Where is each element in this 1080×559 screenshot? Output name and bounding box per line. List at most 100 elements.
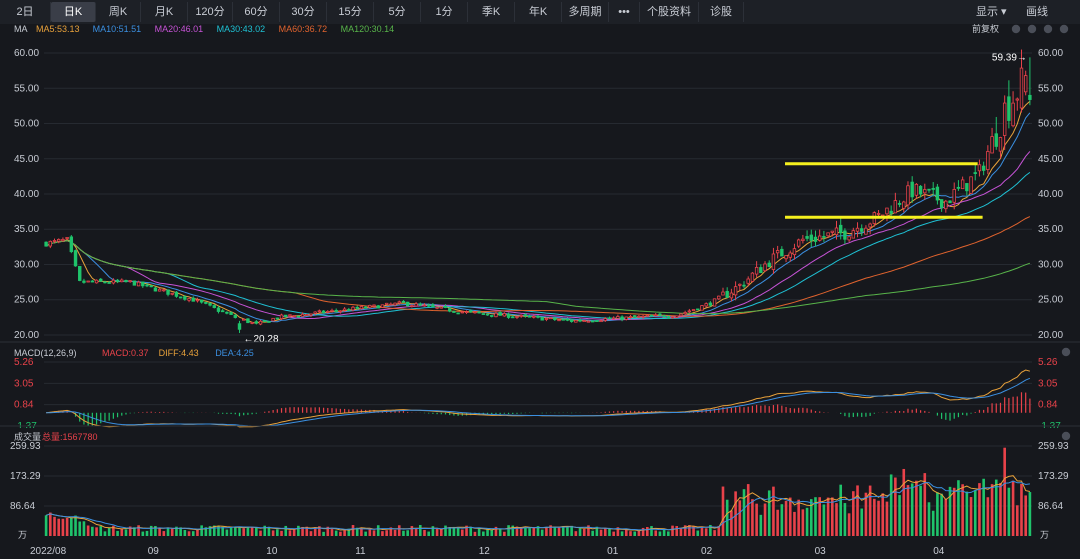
volume-bar-234 [1028, 492, 1032, 536]
period-tab-0[interactable]: 2日 [0, 2, 51, 22]
price-ytick-right-2: 50.00 [1038, 119, 1063, 130]
candle-body-222 [977, 164, 982, 172]
candle-body-148 [666, 316, 671, 319]
period-tab-7[interactable]: 15分 [327, 2, 374, 22]
candle-body-30 [170, 292, 174, 295]
volume-bar-137 [620, 531, 624, 536]
display-menu[interactable]: 显示 ▾ [976, 2, 1007, 22]
volume-bar-113 [519, 528, 523, 536]
candle-body-7 [73, 250, 78, 267]
ma5-line [45, 100, 1031, 324]
volume-bar-49 [250, 526, 254, 536]
price-ytick-left-6: 30.00 [14, 259, 39, 270]
candle-body-98 [456, 312, 460, 315]
candle-body-11 [90, 280, 95, 283]
volume-bar-135 [612, 531, 615, 536]
volume-bar-84 [397, 525, 401, 536]
candle-body-229 [1007, 96, 1011, 121]
volume-bar-73 [351, 525, 355, 536]
candle-body-136 [616, 316, 620, 319]
price-legend-2: MA20:46.01 [155, 24, 204, 34]
ma20-line [45, 151, 1031, 321]
macd-dea-line [46, 377, 1031, 427]
draw-line-button[interactable]: 画线 [1026, 2, 1048, 22]
price-ytick-left-8: 20.00 [14, 330, 39, 341]
candle-body-228 [1002, 102, 1007, 136]
more-button[interactable]: ••• [609, 2, 640, 22]
volume-bar-141 [637, 530, 641, 536]
candle-body-181 [805, 236, 809, 239]
candle-body-200 [885, 207, 889, 215]
candle-body-59 [292, 315, 296, 317]
candle-body-130 [590, 320, 595, 323]
period-tab-8[interactable]: 5分 [374, 2, 421, 22]
stock-profile-button[interactable]: 个股资料 [640, 2, 699, 22]
candle-body-53 [267, 321, 271, 323]
volume-bar-76 [364, 531, 367, 536]
volume-bar-4 [61, 518, 65, 536]
candle-body-23 [141, 281, 145, 287]
volume-bar-88 [414, 529, 418, 536]
candle-body-84 [397, 301, 401, 304]
volume-bar-149 [671, 525, 674, 536]
candle-body-160 [717, 295, 721, 300]
candle-body-34 [187, 298, 191, 301]
volume-bar-12 [95, 527, 98, 536]
candle-body-202 [893, 200, 898, 214]
volume-bar-229 [1007, 487, 1011, 536]
candle-body-8 [78, 265, 82, 281]
price-ytick-right-4: 40.00 [1038, 189, 1063, 200]
candle-body-155 [696, 308, 700, 311]
volume-legend-0: 总量:1567780 [42, 431, 98, 442]
price-ytick-left-3: 45.00 [14, 154, 39, 165]
candle-body-24 [145, 284, 149, 287]
volume-bar-198 [877, 500, 880, 536]
period-tab-10[interactable]: 季K [468, 2, 515, 22]
volume-bar-215 [948, 486, 952, 536]
price-ytick-right-5: 35.00 [1038, 224, 1063, 235]
volume-bar-155 [696, 530, 700, 536]
candle-body-140 [632, 315, 637, 318]
volume-bar-173 [772, 486, 775, 536]
volume-bar-157 [704, 528, 708, 536]
period-tab-4[interactable]: 120分 [188, 2, 233, 22]
macd-legend-0: MACD:0.37 [102, 348, 149, 358]
period-tab-1[interactable]: 日K [51, 2, 96, 22]
candle-body-25 [149, 285, 153, 288]
period-tab-5[interactable]: 60分 [233, 2, 280, 22]
candle-body-10 [86, 280, 90, 283]
volume-bar-221 [973, 490, 977, 536]
candle-body-55 [275, 317, 280, 320]
volume-bar-167 [746, 484, 750, 536]
candle-body-167 [746, 278, 750, 284]
period-tab-3[interactable]: 月K [141, 2, 188, 22]
candle-body-211 [931, 188, 935, 190]
candle-body-234 [1028, 94, 1032, 100]
volume-settings-icon [1061, 431, 1071, 441]
volume-bar-1 [49, 512, 52, 536]
volume-bar-30 [170, 528, 174, 536]
period-tab-9[interactable]: 1分 [421, 2, 468, 22]
candle-body-189 [839, 224, 843, 234]
volume-bar-178 [793, 511, 796, 536]
candle-body-49 [250, 321, 254, 324]
volume-bar-37 [200, 525, 203, 536]
volume-bar-156 [700, 526, 704, 536]
minimize-icon [1011, 24, 1021, 34]
period-tab-2[interactable]: 周K [96, 2, 141, 22]
period-tab-6[interactable]: 30分 [280, 2, 327, 22]
candle-body-186 [826, 232, 830, 237]
volume-bar-206 [910, 483, 914, 536]
period-tab-11[interactable]: 年K [515, 2, 562, 22]
candle-body-180 [801, 238, 805, 241]
volume-bar-168 [751, 499, 754, 536]
period-tab-12[interactable]: 多周期 [562, 2, 609, 22]
diagnose-button[interactable]: 诊股 [699, 2, 744, 22]
candle-body-14 [103, 281, 107, 284]
candle-body-185 [822, 236, 826, 238]
candle-body-132 [599, 320, 603, 323]
volume-ytick-left-1: 173.29 [10, 471, 41, 482]
candle-body-101 [469, 310, 473, 313]
macd-ytick-left-0: 5.26 [14, 357, 34, 368]
volume-bar-199 [881, 493, 885, 536]
